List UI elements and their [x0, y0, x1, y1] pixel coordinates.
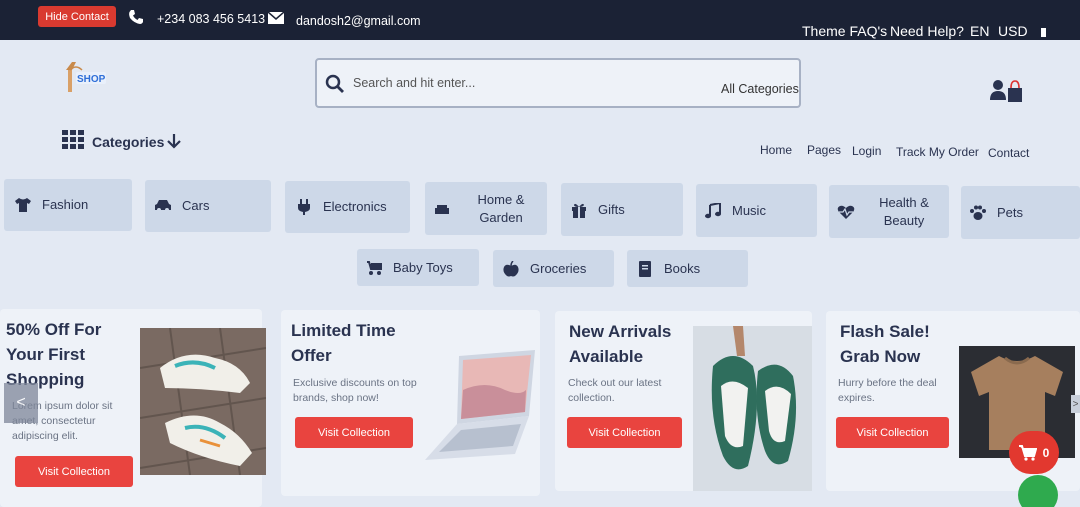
couch-icon [435, 204, 449, 214]
category-groceries[interactable]: Groceries [493, 250, 614, 287]
more-icon[interactable] [1041, 28, 1046, 37]
category-books[interactable]: Books [627, 250, 748, 287]
laptop-image [425, 350, 535, 460]
categories-label[interactable]: Categories [92, 134, 164, 150]
cart-count: 0 [1042, 445, 1050, 460]
slider-prev-button[interactable]: < [4, 383, 38, 423]
nav-track-order[interactable]: Track My Order [896, 145, 979, 159]
nav-pages[interactable]: Pages [807, 143, 841, 157]
promo-title: New Arrivals Available [569, 322, 672, 366]
cart-icon [1018, 444, 1037, 461]
nav-contact[interactable]: Contact [988, 146, 1029, 160]
cart-button[interactable]: 0 [1009, 431, 1059, 474]
currency-selector[interactable]: USD [998, 23, 1028, 39]
promo-description: Exclusive discounts on top brands, shop … [293, 377, 417, 404]
promo-card-limited-offer: Limited Time Offer Exclusive discounts o… [281, 310, 540, 496]
nav-login[interactable]: Login [852, 144, 881, 158]
promo-description: Check out our latest collection. [568, 377, 662, 404]
category-select[interactable]: All Categories [721, 82, 799, 96]
apple-icon [503, 260, 519, 276]
promo-card-first-shopping: 50% Off For Your First Shopping Lorem ip… [0, 309, 266, 507]
shop-logo[interactable]: SHOP [62, 58, 110, 96]
hide-contact-button[interactable]: Hide Contact [38, 6, 116, 27]
category-fashion[interactable]: Fashion [4, 179, 132, 231]
category-pets[interactable]: Pets [961, 186, 1080, 239]
category-cars[interactable]: Cars [145, 180, 271, 232]
category-electronics[interactable]: Electronics [285, 181, 410, 233]
gift-icon [572, 203, 586, 218]
paw-icon [970, 205, 986, 220]
promo-card-new-arrivals: New Arrivals Available Check out our lat… [555, 311, 812, 491]
theme-faq-link[interactable]: Theme FAQ's [802, 23, 887, 39]
language-selector[interactable]: EN [970, 23, 989, 39]
need-help-link[interactable]: Need Help? [890, 23, 964, 39]
user-icon[interactable] [990, 78, 1026, 102]
chat-button[interactable] [1018, 475, 1058, 507]
book-icon [639, 260, 651, 277]
promo-description: Hurry before the deal expires. [838, 377, 937, 404]
promo-title: Flash Sale! Grab Now [840, 322, 930, 366]
search-icon[interactable] [325, 74, 345, 94]
baby-carriage-icon [367, 260, 382, 275]
category-baby-toys[interactable]: Baby Toys [357, 249, 479, 286]
music-icon [705, 202, 721, 218]
phone-icon [129, 10, 143, 24]
visit-collection-button[interactable]: Visit Collection [295, 417, 413, 448]
nav-home[interactable]: Home [760, 143, 792, 157]
slider-next-button[interactable]: > [1071, 395, 1080, 413]
search-bar[interactable]: All Categories [315, 58, 801, 108]
categories-grid-icon[interactable] [62, 130, 84, 150]
promo-title: 50% Off For Your First Shopping [6, 320, 102, 389]
category-health-beauty[interactable]: Health & Beauty [829, 185, 949, 238]
phone-number: +234 083 456 5413 [157, 12, 266, 26]
visit-collection-button[interactable]: Visit Collection [15, 456, 133, 487]
mail-icon [268, 12, 284, 24]
email-address: dandosh2@gmail.com [296, 14, 421, 28]
promo-title: Limited Time Offer [291, 321, 396, 365]
plug-icon [298, 199, 310, 215]
top-bar: Hide Contact +234 083 456 5413 dandosh2@… [0, 0, 1080, 40]
search-input[interactable] [353, 72, 653, 94]
arrow-down-icon[interactable] [166, 133, 182, 149]
sneakers-image [140, 328, 266, 475]
category-home-garden[interactable]: Home & Garden [425, 182, 547, 235]
logo-text: SHOP [77, 74, 106, 85]
heartbeat-icon [837, 205, 855, 219]
visit-collection-button[interactable]: Visit Collection [567, 417, 682, 448]
green-sneakers-image [693, 326, 812, 491]
tshirt-icon [15, 198, 31, 212]
visit-collection-button[interactable]: Visit Collection [836, 417, 949, 448]
category-music[interactable]: Music [696, 184, 817, 237]
category-gifts[interactable]: Gifts [561, 183, 683, 236]
car-icon [155, 200, 171, 212]
